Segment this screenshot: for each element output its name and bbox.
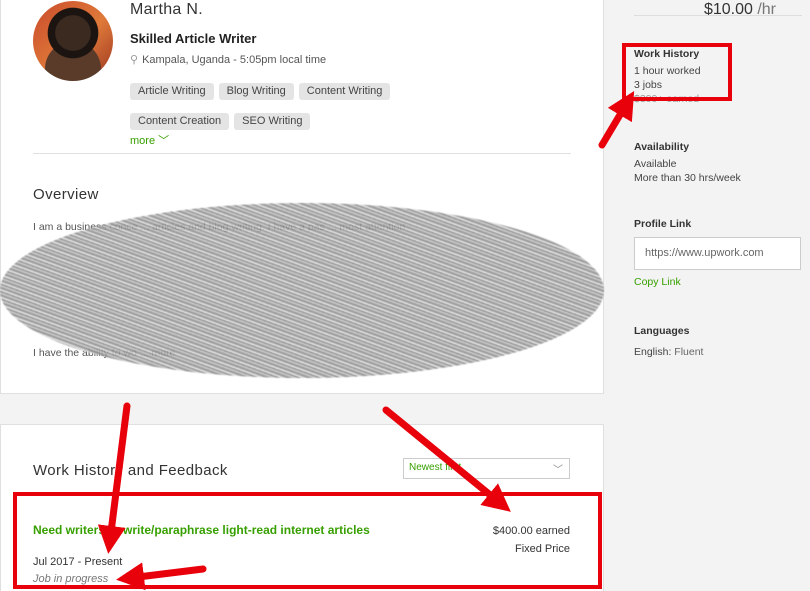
sort-selected-value: Newest first — [409, 462, 462, 473]
location: ⚲ Kampala, Uganda - 5:05pm local time — [130, 53, 326, 66]
redaction-scribble — [0, 203, 604, 378]
freelancer-title: Skilled Article Writer — [130, 31, 257, 46]
skills-list: Article Writing Blog Writing Content Writi… — [130, 81, 460, 141]
availability-heading: Availability — [634, 141, 690, 153]
skill-chip[interactable]: Blog Writing — [218, 83, 294, 100]
language-name: English: — [634, 346, 672, 358]
profile-link-heading: Profile Link — [634, 218, 692, 230]
annotation-box-work-history — [622, 43, 732, 101]
hourly-rate: $10.00 /hr — [704, 1, 776, 19]
availability-status: Available — [634, 158, 677, 170]
divider — [33, 153, 571, 154]
location-pin-icon: ⚲ — [130, 54, 139, 66]
skill-chip[interactable]: Content Creation — [130, 113, 230, 130]
annotation-box-job — [13, 492, 602, 589]
location-text: Kampala, Uganda - 5:05pm local time — [142, 54, 327, 66]
skill-chip[interactable]: SEO Writing — [234, 113, 311, 130]
freelancer-name[interactable]: Martha N. — [130, 1, 203, 19]
more-skills-link[interactable]: more ﹀ — [130, 132, 169, 148]
avatar[interactable] — [33, 1, 113, 81]
copy-link-button[interactable]: Copy Link — [634, 276, 681, 288]
chevron-down-icon: ﹀ — [553, 465, 563, 476]
arrow-to-work-history — [598, 90, 635, 149]
sidebar-divider — [634, 15, 802, 16]
language-level: Fluent — [674, 346, 704, 358]
language-entry: English: Fluent — [634, 346, 703, 358]
overview-heading: Overview — [33, 186, 99, 203]
skill-chip[interactable]: Content Writing — [298, 83, 391, 100]
more-label: more — [130, 135, 156, 147]
profile-link-field[interactable]: https://www.upwork.com — [634, 237, 801, 270]
languages-heading: Languages — [634, 325, 690, 337]
sort-select[interactable]: Newest first ﹀ — [403, 458, 570, 479]
work-history-feedback-heading: Work History and Feedback — [33, 462, 228, 479]
chevron-down-icon: ﹀ — [158, 135, 170, 147]
availability-hours: More than 30 hrs/week — [634, 172, 741, 184]
skill-chip[interactable]: Article Writing — [130, 83, 214, 100]
